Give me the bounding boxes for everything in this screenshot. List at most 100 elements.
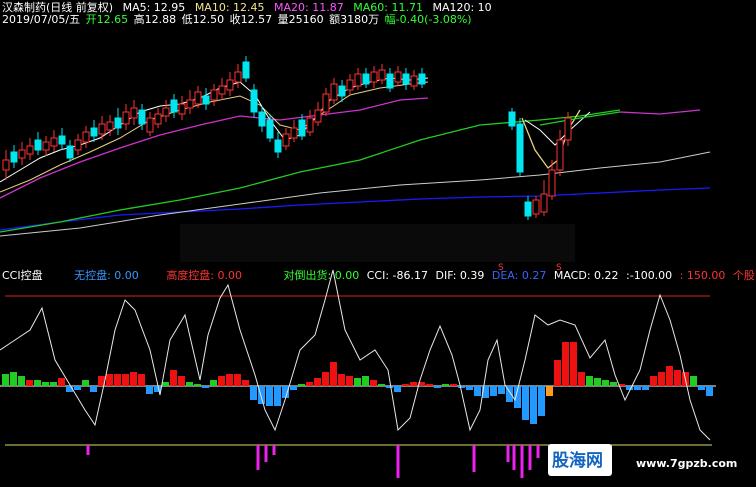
macd-bar xyxy=(378,384,385,386)
macd-bar xyxy=(554,360,561,386)
macd-bar xyxy=(26,380,33,386)
quote-open: 开12.65 xyxy=(85,13,129,26)
candle-body xyxy=(66,145,74,159)
macd-bar xyxy=(594,378,601,386)
candle-body xyxy=(42,141,50,151)
macd-bar xyxy=(650,376,657,386)
candle-body xyxy=(226,79,234,91)
macd-bar xyxy=(410,382,417,386)
candle-body xyxy=(516,123,524,173)
macd-bar xyxy=(450,384,457,386)
macd-bar xyxy=(162,382,169,386)
macd-bar xyxy=(330,362,337,386)
macd-bar xyxy=(154,386,161,392)
macd-bar xyxy=(42,382,49,386)
candle-body xyxy=(138,109,146,125)
macd-bar xyxy=(442,384,449,386)
candle-body xyxy=(98,123,106,135)
macd-bar xyxy=(498,386,505,394)
macd-bar xyxy=(242,380,249,386)
macd-bar xyxy=(658,372,665,386)
macd-value: MACD: 0.22 xyxy=(553,269,619,282)
macd-bar xyxy=(578,372,585,386)
macd-bar xyxy=(562,342,569,386)
macd-bar xyxy=(634,386,641,390)
macd-bar xyxy=(426,384,433,386)
candle-body xyxy=(242,61,250,79)
macd-bar xyxy=(10,372,17,386)
candle-body xyxy=(532,199,540,215)
macd-bar xyxy=(434,386,441,388)
macd-bar xyxy=(610,382,617,386)
macd-bar xyxy=(234,374,241,386)
macd-bar xyxy=(186,382,193,386)
candle-body xyxy=(146,117,154,133)
macd-bar xyxy=(538,386,545,416)
quote-change: 幅-0.40(-3.08%) xyxy=(384,13,472,26)
macd-bar xyxy=(522,386,529,420)
candle-body xyxy=(330,83,338,101)
pos150-value: : 150.00 xyxy=(679,269,726,282)
candle-body xyxy=(418,73,426,85)
macd-bar xyxy=(122,374,129,386)
candle-body xyxy=(266,119,274,139)
macd-bar xyxy=(266,386,273,406)
candle-body xyxy=(306,117,314,133)
quote-amount: 额3180万 xyxy=(329,13,380,26)
candle-body xyxy=(122,111,130,125)
quote-low: 低12.50 xyxy=(181,13,225,26)
candle-body xyxy=(410,75,418,87)
macd-bar xyxy=(346,376,353,386)
high-control: 高度控盘: 0.00 xyxy=(166,269,243,282)
cci-value: CCI: -86.17 xyxy=(366,269,428,282)
macd-bar xyxy=(146,386,153,394)
candle-body xyxy=(258,111,266,127)
candle-body xyxy=(362,73,370,85)
neg100-value: :-100.00 xyxy=(626,269,673,282)
macd-bar xyxy=(218,376,225,386)
no-control: 无控盘: 0.00 xyxy=(74,269,139,282)
macd-bar xyxy=(250,386,257,400)
candle-body xyxy=(82,131,90,143)
ma20-line xyxy=(0,97,429,199)
indicator-header: CCI控盘 无控盘: 0.00 高度控盘: 0.00 对倒出货: 0.00 CC… xyxy=(2,270,756,282)
macd-bar xyxy=(74,386,81,390)
candle-body xyxy=(114,117,122,129)
candle-body xyxy=(564,117,572,141)
candle-body xyxy=(2,159,10,171)
macd-bar xyxy=(210,380,217,386)
macd-bar xyxy=(82,380,89,386)
candle-body xyxy=(186,99,194,109)
candle-body xyxy=(202,95,210,105)
candle-body xyxy=(218,85,226,95)
candle-body xyxy=(58,135,66,145)
candle-body xyxy=(106,121,114,131)
dea-value: DEA: 0.27 xyxy=(491,269,547,282)
candle-body xyxy=(354,73,362,87)
macd-bar xyxy=(106,374,113,386)
macd-bar xyxy=(386,386,393,388)
macd-bar xyxy=(178,376,185,386)
candle-body xyxy=(162,107,170,117)
mask-bottom xyxy=(180,224,575,262)
candle-body xyxy=(378,69,386,81)
macd-bar xyxy=(18,376,25,386)
candle-body xyxy=(346,79,354,91)
candle-body xyxy=(282,133,290,147)
macd-bar xyxy=(546,386,553,396)
macd-bar xyxy=(706,386,713,396)
macd-bar xyxy=(586,376,593,386)
candle-body xyxy=(322,93,330,113)
quote-high: 高12.88 xyxy=(133,13,177,26)
stock-label: 个股: 89.7 xyxy=(732,269,756,282)
macd-bar xyxy=(698,386,705,390)
quote-volume: 量25160 xyxy=(277,13,324,26)
macd-bar xyxy=(114,374,121,386)
candle-body xyxy=(154,113,162,125)
macd-bar xyxy=(50,382,57,386)
quote-date: 2019/07/05/五 xyxy=(2,13,81,26)
macd-bar xyxy=(138,374,145,386)
macd-bar xyxy=(130,372,137,386)
dif-value: DIF: 0.39 xyxy=(435,269,485,282)
macd-bar xyxy=(90,386,97,392)
